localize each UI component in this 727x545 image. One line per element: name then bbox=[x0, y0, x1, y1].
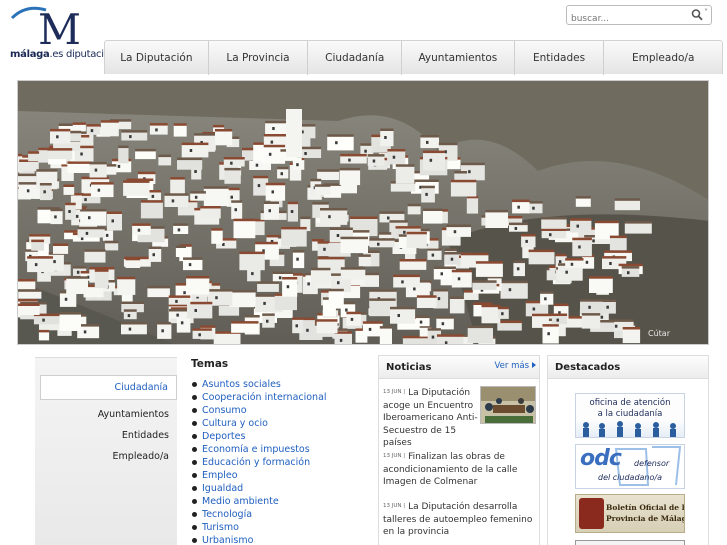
temas-list: Asuntos sociales Cooperación internacion… bbox=[191, 378, 371, 545]
news-headline[interactable]: La Diputación desarrolla talleres de aut… bbox=[383, 502, 532, 537]
nav-ayuntamientos[interactable]: Ayuntamientos bbox=[402, 41, 515, 75]
village-photo bbox=[18, 81, 708, 344]
search-icon[interactable] bbox=[691, 8, 703, 22]
main-nav: La Diputación La Provincia Ciudadanía Ay… bbox=[104, 40, 723, 75]
coat-of-arms-icon bbox=[579, 498, 604, 529]
tema-link[interactable]: Economía e impuestos bbox=[191, 443, 371, 456]
logo-m-icon: M bbox=[10, 5, 81, 49]
section-sidebar: Ciudadanía Ayuntamientos Entidades Emple… bbox=[35, 357, 177, 545]
tema-link[interactable]: Asuntos sociales bbox=[191, 378, 371, 391]
tema-link[interactable]: Igualdad bbox=[191, 482, 371, 495]
people-silhouettes-icon bbox=[583, 421, 676, 437]
citizen-office-banner[interactable]: oficina de atención a la ciudadanía bbox=[575, 393, 685, 438]
sidebar-item-entidades[interactable]: Entidades bbox=[35, 425, 177, 446]
tema-link[interactable]: Tecnología bbox=[191, 508, 371, 521]
search-input[interactable] bbox=[567, 10, 685, 28]
news-headline[interactable]: La Diputación acoge un Encuentro Iberoam… bbox=[383, 388, 478, 448]
logo-wordmark: málaga.es diputación bbox=[10, 49, 116, 60]
tema-link[interactable]: Turismo bbox=[191, 521, 371, 534]
news-item[interactable]: 13 JUN | Finalizan las obras de acondicio… bbox=[383, 450, 539, 489]
news-panel: Noticias Ver más 13 JUN | La Diputación a… bbox=[378, 355, 540, 545]
hero-caption: Cútar bbox=[648, 329, 670, 338]
ver-mas-link[interactable]: Ver más bbox=[495, 361, 530, 371]
tema-link[interactable]: Cultura y ocio bbox=[191, 417, 371, 430]
nav-la-diputacion[interactable]: La Diputación bbox=[105, 41, 209, 75]
tema-link[interactable]: Deportes bbox=[191, 430, 371, 443]
site-logo[interactable]: M málaga.es diputación bbox=[8, 4, 116, 64]
tema-link[interactable]: Cooperación internacional bbox=[191, 391, 371, 404]
nav-ciudadania[interactable]: Ciudadanía bbox=[308, 41, 403, 75]
news-item[interactable]: 13 JUN | La Diputación acoge un Encuentro… bbox=[383, 386, 483, 450]
nav-entidades[interactable]: Entidades bbox=[515, 41, 605, 75]
temas-section: Temas Asuntos sociales Cooperación inter… bbox=[191, 358, 371, 545]
svg-text:M: M bbox=[38, 5, 81, 49]
featured-banner-partial[interactable] bbox=[575, 540, 685, 545]
news-panel-title: Noticias bbox=[386, 362, 432, 373]
featured-panel-header: Destacados bbox=[548, 356, 708, 379]
tema-link[interactable]: Medio ambiente bbox=[191, 495, 371, 508]
meeting-photo bbox=[481, 387, 535, 423]
arrow-right-icon[interactable] bbox=[532, 362, 536, 368]
news-thumbnail[interactable] bbox=[480, 386, 536, 424]
sidebar-item-ayuntamientos[interactable]: Ayuntamientos bbox=[35, 404, 177, 425]
tema-link[interactable]: Consumo bbox=[191, 404, 371, 417]
news-date: 13 JUN | bbox=[383, 453, 406, 459]
hero-image: Cútar bbox=[17, 80, 709, 345]
tema-link[interactable]: Empleo bbox=[191, 469, 371, 482]
sidebar-item-ciudadania[interactable]: Ciudadanía bbox=[40, 375, 177, 400]
search-options-caret[interactable]: ˅ bbox=[704, 8, 708, 17]
news-item[interactable]: 13 JUN | La Diputación desarrolla tallere… bbox=[383, 500, 539, 539]
ombudsman-banner[interactable]: odc defensor del ciudadano/a bbox=[575, 444, 685, 489]
sidebar-item-empleado[interactable]: Empleado/a bbox=[35, 446, 177, 467]
search-box: ˅ bbox=[566, 5, 712, 28]
news-date: 13 JUN | bbox=[383, 389, 406, 395]
nav-la-provincia[interactable]: La Provincia bbox=[209, 41, 309, 75]
temas-heading: Temas bbox=[191, 358, 229, 370]
bop-malaga-banner[interactable]: Boletín Oficial de la Provincia de Málag… bbox=[575, 494, 685, 533]
news-panel-header: Noticias Ver más bbox=[379, 356, 539, 379]
featured-panel: Destacados oficina de atención a la ciud… bbox=[547, 355, 709, 545]
tema-link[interactable]: Educación y formación bbox=[191, 456, 371, 469]
nav-empleado[interactable]: Empleado/a bbox=[604, 41, 722, 75]
news-date: 13 JUN | bbox=[383, 503, 406, 509]
tema-link[interactable]: Urbanismo bbox=[191, 534, 371, 545]
featured-panel-title: Destacados bbox=[555, 362, 621, 373]
